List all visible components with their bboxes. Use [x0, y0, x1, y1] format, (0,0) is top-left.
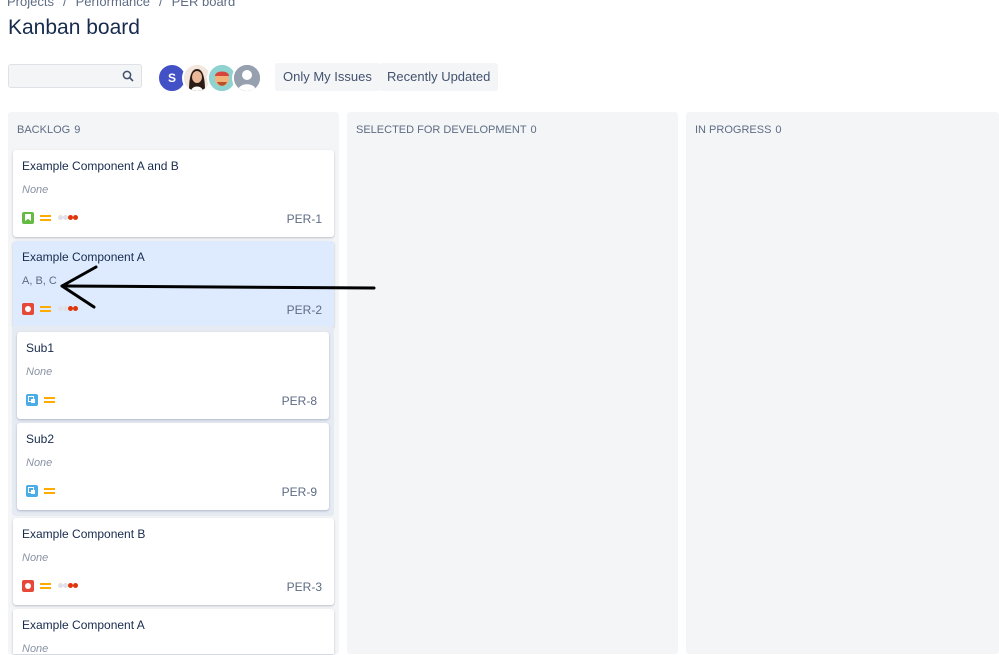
column-count: 0: [775, 124, 782, 136]
column-header: IN PROGRESS 0: [695, 124, 782, 136]
card-components: None: [26, 457, 53, 469]
card-summary: Sub1: [26, 341, 55, 355]
column-selected-for-development: SELECTED FOR DEVELOPMENT 0: [347, 112, 678, 654]
column-title: SELECTED FOR DEVELOPMENT: [356, 124, 527, 136]
column-header: BACKLOG 9: [17, 124, 80, 136]
avatar[interactable]: [232, 63, 262, 93]
column-title: BACKLOG: [17, 124, 71, 136]
estimate-dots-icon: [58, 583, 78, 589]
card-components: None: [22, 184, 49, 196]
card-components: None: [22, 552, 49, 564]
priority-medium-icon: [44, 396, 55, 404]
column-count: 9: [74, 124, 81, 136]
subtask-icon: [26, 394, 38, 406]
priority-medium-icon: [44, 487, 55, 495]
story-icon: [22, 212, 34, 224]
card-summary: Example Component A: [22, 618, 145, 632]
subtask-card[interactable]: Sub2 None PER-9: [17, 423, 329, 510]
breadcrumb-separator: /: [159, 0, 163, 9]
priority-medium-icon: [40, 305, 51, 313]
subtask-group: Sub1 None PER-8 Sub2 None PER-9: [12, 326, 334, 516]
search-input[interactable]: [15, 65, 127, 89]
card-summary: Sub2: [26, 432, 55, 446]
estimate-dots-icon: [58, 215, 78, 221]
column-in-progress: IN PROGRESS 0: [686, 112, 999, 654]
priority-medium-icon: [40, 582, 51, 590]
column-backlog: BACKLOG 9 Example Component A and B None …: [8, 112, 339, 655]
issue-key[interactable]: PER-8: [282, 394, 317, 408]
card-components: None: [26, 366, 53, 378]
only-my-issues-button[interactable]: Only My Issues: [275, 63, 380, 91]
card-summary: Example Component A: [22, 250, 145, 264]
breadcrumb-performance[interactable]: Performance: [76, 0, 150, 9]
issue-key[interactable]: PER-9: [282, 485, 317, 499]
issue-card[interactable]: Example Component A and B None PER-1: [13, 150, 334, 237]
card-components: None: [22, 643, 49, 655]
annotation-arrow-icon: [60, 265, 376, 309]
page-title: Kanban board: [8, 16, 140, 39]
default-user-icon: [234, 65, 260, 91]
breadcrumb-projects[interactable]: Projects: [7, 0, 54, 9]
subtask-card[interactable]: Sub1 None PER-8: [17, 332, 329, 419]
breadcrumb-separator: /: [62, 0, 67, 9]
issue-key[interactable]: PER-3: [287, 580, 322, 594]
priority-medium-icon: [40, 214, 51, 222]
breadcrumb: Projects / Performance / PER board: [7, 0, 235, 9]
subtask-icon: [26, 485, 38, 497]
search-box: [8, 64, 142, 89]
issue-card[interactable]: Example Component B None PER-3: [13, 518, 334, 605]
recently-updated-button[interactable]: Recently Updated: [379, 63, 499, 91]
card-components: A, B, C: [22, 275, 57, 287]
column-count: 0: [530, 124, 537, 136]
column-header: SELECTED FOR DEVELOPMENT 0: [356, 124, 537, 136]
issue-key[interactable]: PER-1: [287, 212, 322, 226]
search-icon[interactable]: [122, 70, 134, 82]
column-title: IN PROGRESS: [695, 124, 772, 136]
card-summary: Example Component B: [22, 527, 146, 541]
bug-icon: [22, 303, 34, 315]
breadcrumb-per-board[interactable]: PER board: [172, 0, 236, 9]
bug-icon: [22, 580, 34, 592]
card-summary: Example Component A and B: [22, 159, 179, 173]
issue-card[interactable]: Example Component A None: [13, 609, 334, 655]
